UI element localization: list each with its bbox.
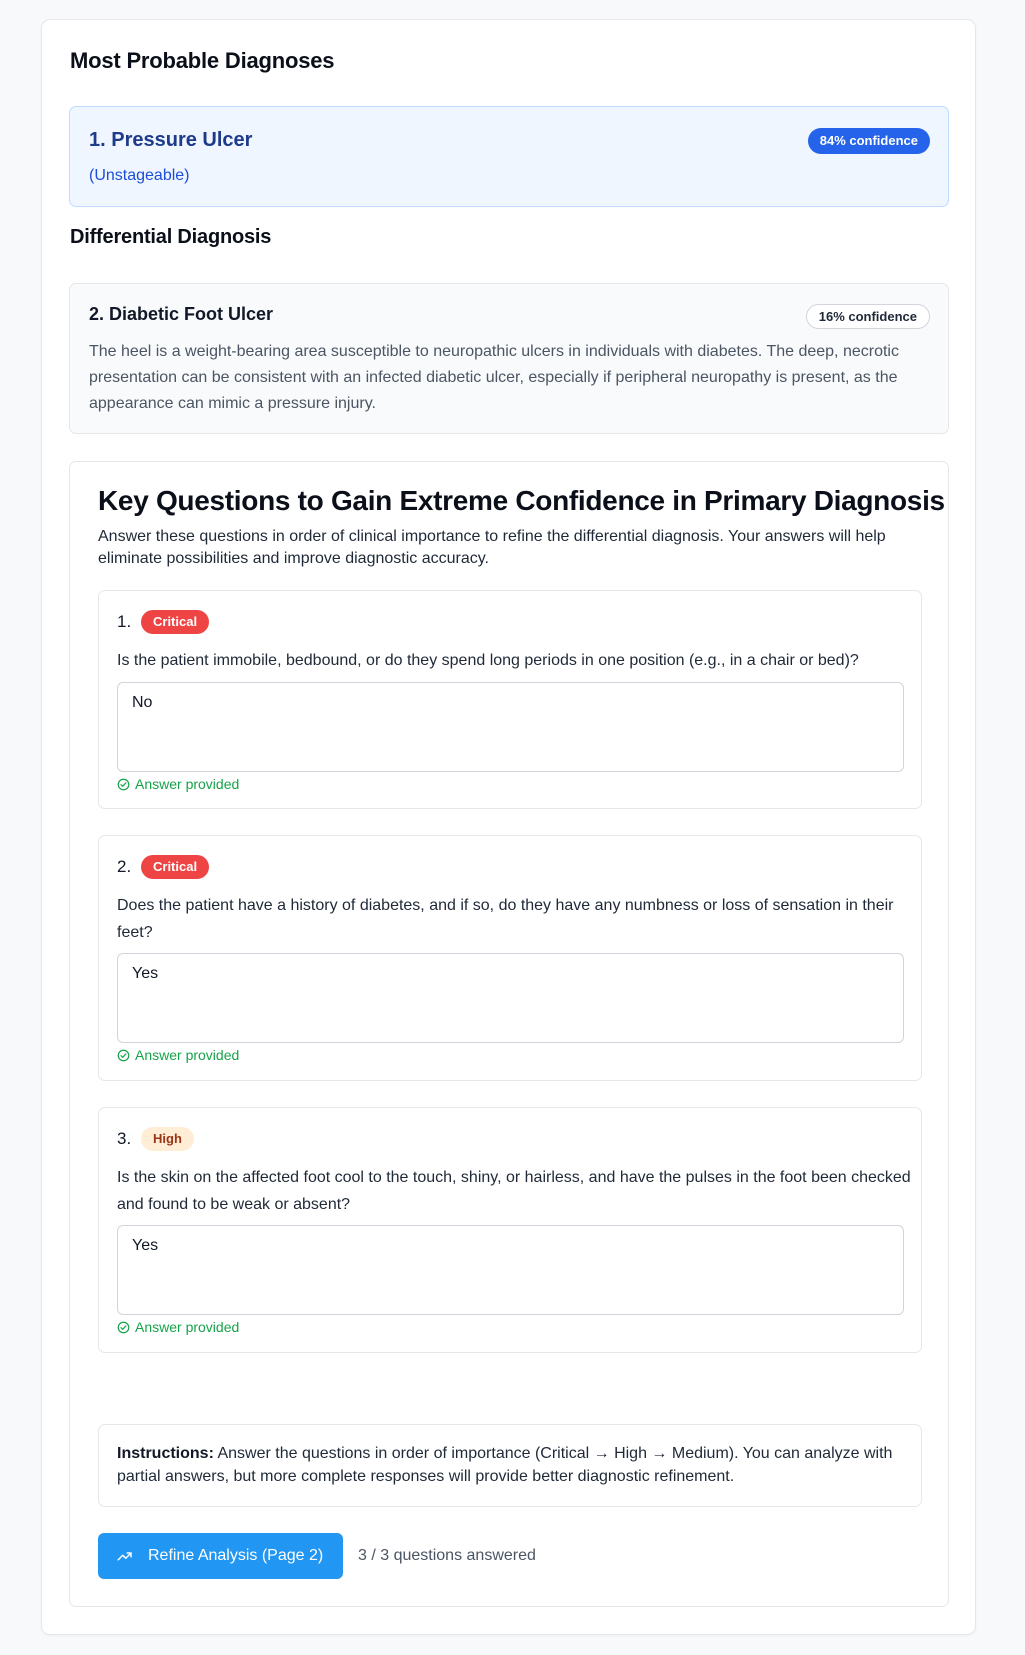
differential-diagnosis-name: 2. Diabetic Foot Ulcer [89, 304, 274, 324]
answer-status-label: Answer provided [135, 1047, 240, 1063]
question-item: 2. Critical Does the patient have a hist… [98, 835, 922, 1081]
answer-status-label: Answer provided [135, 776, 240, 792]
question-text: Does the patient have a history of diabe… [117, 897, 894, 941]
refine-analysis-button[interactable]: Refine Analysis (Page 2) [98, 1533, 343, 1579]
instructions-label: Instructions: [117, 1445, 214, 1462]
question-text: Is the patient immobile, bedbound, or do… [117, 652, 859, 669]
primary-diagnosis-name: 1. Pressure Ulcer [89, 129, 253, 151]
question-number: 1. [117, 612, 132, 631]
priority-badge-critical: Critical [141, 855, 210, 879]
answer-input[interactable]: No [117, 682, 904, 772]
primary-diagnosis-subtitle: (Unstageable) [89, 167, 190, 184]
answer-status-label: Answer provided [135, 1319, 240, 1335]
questions-progress: 3 / 3 questions answered [358, 1547, 536, 1564]
most-probable-title: Most Probable Diagnoses [70, 48, 335, 73]
check-circle-icon [117, 778, 130, 790]
question-item: 1. Critical Is the patient immobile, bed… [98, 590, 922, 809]
instructions-box: Instructions: Answer the questions in or… [98, 1424, 922, 1507]
differential-description: The heel is a weight-bearing area suscep… [89, 343, 899, 412]
priority-badge-high: High [141, 1127, 194, 1151]
trending-up-icon [117, 1552, 132, 1561]
answer-status: Answer provided [117, 776, 239, 792]
question-text: Is the skin on the affected foot cool to… [117, 1169, 911, 1213]
key-questions-card: Key Questions to Gain Extreme Confidence… [69, 461, 949, 1607]
differential-title: Differential Diagnosis [70, 226, 272, 248]
key-questions-intro: Answer these questions in order of clini… [98, 528, 886, 567]
priority-badge-critical: Critical [141, 610, 210, 634]
differential-confidence-badge: 16% confidence [805, 304, 930, 329]
check-circle-icon [117, 1321, 130, 1333]
question-number: 2. [117, 857, 132, 876]
check-circle-icon [117, 1049, 130, 1061]
question-item: 3. High Is the skin on the affected foot… [98, 1107, 922, 1353]
instructions-text: Answer the questions in order of importa… [117, 1445, 893, 1485]
key-questions-heading: Key Questions to Gain Extreme Confidence… [98, 485, 945, 516]
answer-input[interactable]: Yes [117, 953, 904, 1043]
refine-analysis-label: Refine Analysis (Page 2) [148, 1547, 324, 1564]
answer-status: Answer provided [117, 1047, 239, 1063]
question-number: 3. [117, 1129, 132, 1148]
answer-input[interactable]: Yes [117, 1225, 904, 1315]
answer-status: Answer provided [117, 1319, 239, 1335]
primary-diagnosis-card: 1. Pressure Ulcer (Unstageable) 84% conf… [69, 106, 949, 207]
differential-diagnosis-card: 2. Diabetic Foot Ulcer 16% confidence Th… [69, 283, 949, 434]
diagnosis-panel: Most Probable Diagnoses 1. Pressure Ulce… [41, 19, 976, 1635]
primary-confidence-badge: 84% confidence [807, 128, 930, 154]
